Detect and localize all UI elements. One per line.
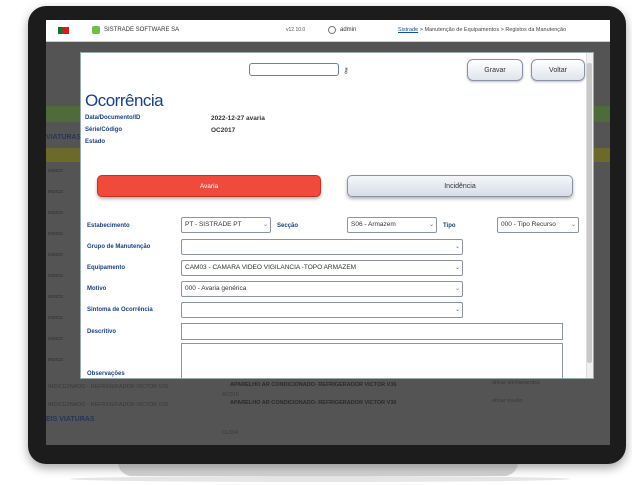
breadcrumb-home-link[interactable]: Sistrade [398, 27, 418, 33]
chevron-down-icon: ⌄ [570, 222, 576, 228]
ocorrencia-modal: ⚷ Gravar Voltar Ocorrência Data/Document… [80, 52, 594, 379]
screen: SISTRADE SOFTWARE SA v12.10.0 admin Sist… [46, 20, 610, 445]
doc-value: 2022-12-27 avaria [211, 115, 265, 122]
serie-label: Série/Código [85, 127, 123, 133]
background-row-label: INDICE [48, 168, 64, 173]
tipo-label: Tipo [443, 223, 456, 229]
key-icon[interactable]: ⚷ [343, 66, 349, 75]
background-code: CL004 [222, 430, 239, 436]
page-title: Ocorrência [85, 91, 164, 110]
background-row-label: INDICE [48, 357, 64, 362]
sintoma-label: Sintoma de Ocorrência [87, 307, 153, 313]
company-logo-icon [92, 26, 100, 34]
laptop-shadow [70, 476, 570, 482]
background-row-label: INDICE [48, 231, 64, 236]
motivo-value: 000 - Avaria genérica [185, 285, 247, 292]
equipamento-label: Equipamento [87, 265, 126, 271]
app-topbar: SISTRADE SOFTWARE SA v12.10.0 admin Sist… [46, 20, 610, 42]
chevron-down-icon: ⌄ [454, 265, 460, 271]
estado-label: Estado [85, 139, 106, 145]
background-row-label: INDICE [48, 273, 64, 278]
estabelecimento-value: PT - SISTRADE PT [185, 221, 242, 228]
serie-value: OC2017 [211, 127, 236, 134]
save-button[interactable]: Gravar [467, 59, 523, 81]
tipo-select[interactable]: 000 - Tipo Recurso ⌄ [497, 217, 579, 233]
background-row-label: INDICE [48, 315, 64, 320]
grupo-label: Grupo de Manutenção [87, 244, 151, 250]
background-viaturas-label: EIS VIATURAS [46, 416, 95, 423]
seccao-select[interactable]: S06 - Armazem ⌄ [347, 217, 437, 233]
background-row-label: INDICE [48, 210, 64, 215]
background-code: AC015 [222, 392, 239, 398]
breadcrumb: Sistrade > Manutenção de Equipamentos > … [398, 27, 566, 33]
user-name[interactable]: admin [340, 27, 356, 33]
background-row-label: INDICE [48, 189, 64, 194]
equipamento-value: CAM03 - CAMARA VIDEO VIGILANCIA -TOPO AR… [185, 264, 357, 271]
modal-scrollbar[interactable] [586, 53, 593, 378]
background-row-right: afinar alinhamentos [492, 380, 541, 386]
background-row-label: INDICE [48, 252, 64, 257]
estabelecimento-select[interactable]: PT - SISTRADE PT ⌄ [181, 217, 271, 233]
company-name: SISTRADE SOFTWARE SA [104, 27, 180, 33]
background-row-desc: APARELHO AR CONDICIONADO- REFRIGERADOR V… [230, 400, 397, 406]
grupo-select[interactable]: ⌄ [181, 239, 463, 255]
tipo-value: 000 - Tipo Recurso [501, 221, 556, 228]
observacoes-textarea[interactable] [181, 343, 563, 378]
chevron-down-icon: ⌄ [262, 222, 268, 228]
chevron-down-icon: ⌄ [428, 222, 434, 228]
tab-avaria[interactable]: Avaria [97, 175, 321, 197]
background-row-labels: INDICE INDICE INDICE INDICE INDICE INDIC… [46, 160, 80, 391]
seccao-label: Secção [277, 223, 299, 229]
tab-incidencia[interactable]: Incidência [347, 175, 573, 197]
breadcrumb-path: > Manutenção de Equipamentos > Registos … [418, 27, 567, 33]
observacoes-label: Observações [87, 371, 125, 377]
scrollbar-thumb[interactable] [587, 63, 592, 363]
equipamento-select[interactable]: CAM03 - CAMARA VIDEO VIGILANCIA -TOPO AR… [181, 260, 463, 276]
version-label: v12.10.0 [286, 27, 306, 33]
estabelecimento-label: Estabecimento [87, 223, 130, 229]
descritivo-label: Descritivo [87, 329, 117, 335]
laptop-stand [118, 462, 518, 476]
motivo-label: Motivo [87, 286, 107, 292]
laptop-frame: SISTRADE SOFTWARE SA v12.10.0 admin Sist… [0, 0, 632, 485]
user-icon[interactable] [328, 26, 336, 34]
sintoma-select[interactable]: ⌄ [181, 302, 463, 318]
background-row-left: INDICE2NADO - REFRIGERADOR VICTOR V36 [48, 384, 169, 390]
background-row-desc: APARELHO AR CONDICIONADO- REFRIGERADOR V… [230, 382, 397, 388]
doc-label: Data/Documento/ID [85, 115, 141, 121]
back-button[interactable]: Voltar [531, 59, 585, 81]
portugal-flag-icon[interactable] [58, 27, 69, 34]
chevron-down-icon: ⌄ [454, 307, 460, 313]
background-section-title: VIATURAS [46, 134, 82, 141]
background-bottom-rows: AC014 INDICE2NADO - REFRIGERADOR VICTOR … [46, 372, 610, 445]
background-row-right: afinar travão [492, 398, 523, 404]
seccao-value: S06 - Armazem [351, 221, 396, 228]
chevron-down-icon: ⌄ [454, 286, 460, 292]
motivo-select[interactable]: 000 - Avaria genérica ⌄ [181, 281, 463, 297]
descritivo-input[interactable] [181, 323, 563, 340]
chevron-down-icon: ⌄ [454, 244, 460, 250]
background-row-label: INDICE [48, 294, 64, 299]
background-row-label: INDICE [48, 336, 64, 341]
search-input[interactable] [249, 63, 339, 76]
background-row-left: INDICE2NADO - REFRIGERADOR VICTOR V36 [48, 402, 169, 408]
